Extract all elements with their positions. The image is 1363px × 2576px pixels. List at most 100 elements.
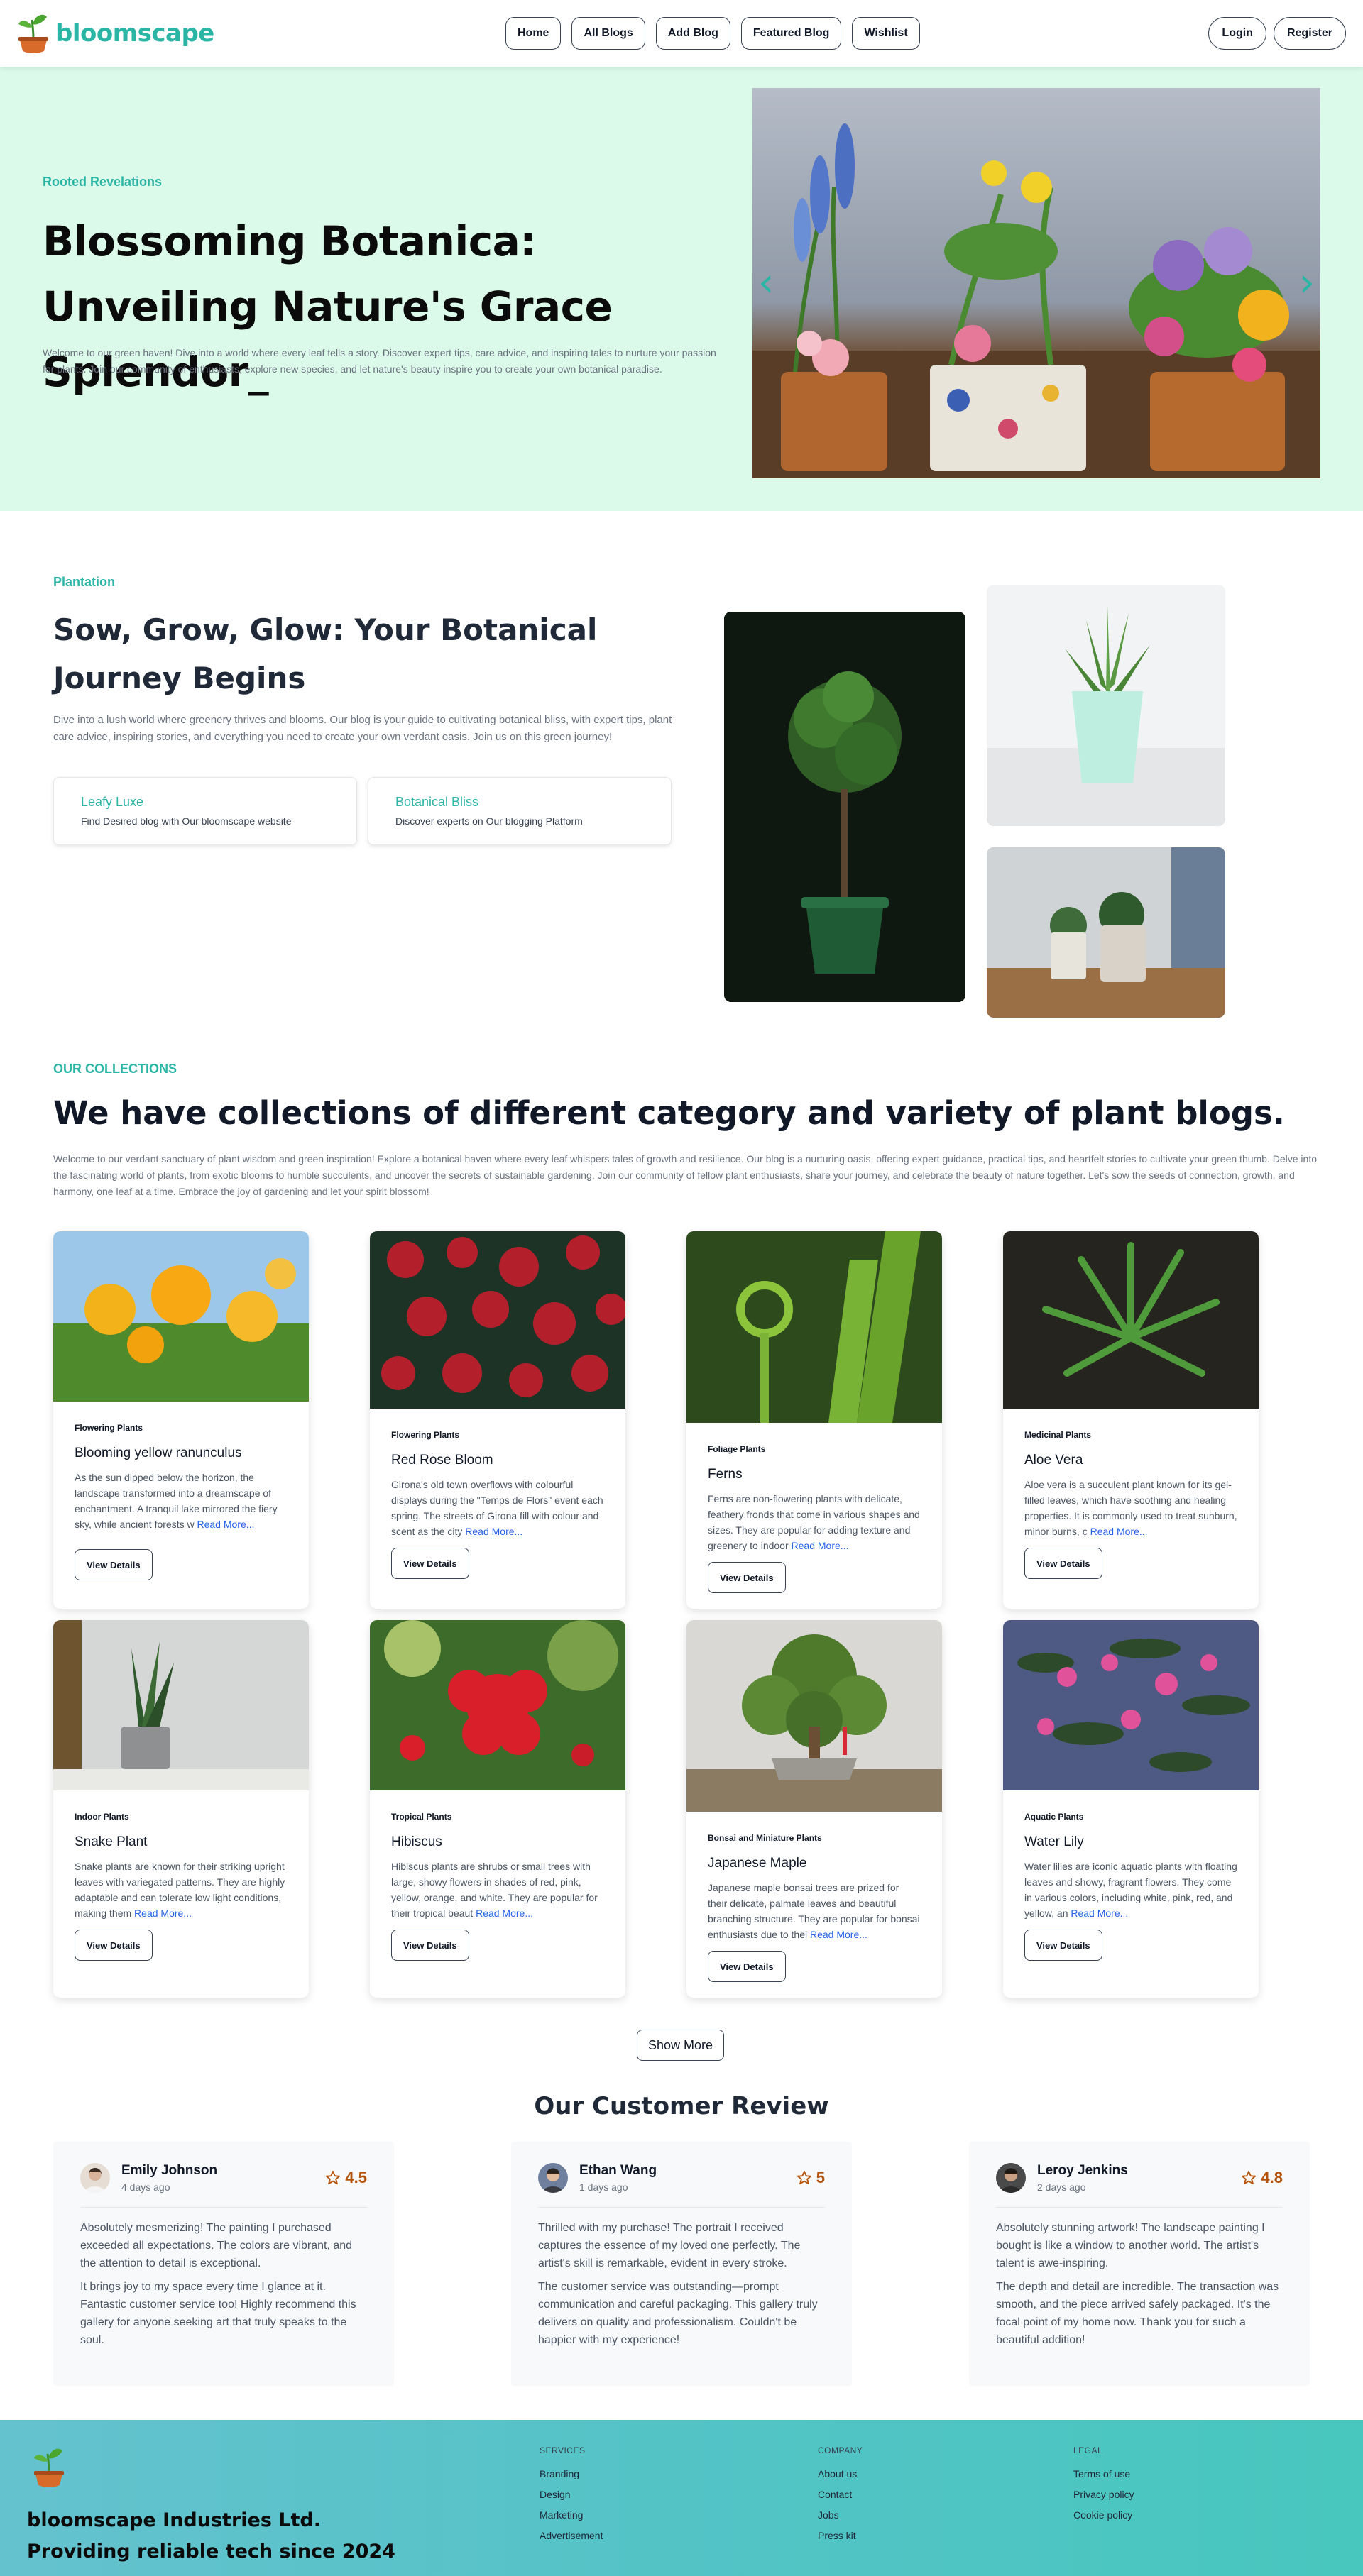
register-button[interactable]: Register xyxy=(1273,17,1346,50)
read-more-link[interactable]: Read More... xyxy=(197,1519,254,1530)
auth-actions: Login Register xyxy=(1208,17,1346,50)
feature-subtitle: Find Desired blog with Our bloomscape we… xyxy=(81,815,292,827)
card-image xyxy=(370,1231,625,1409)
succulents-photo xyxy=(987,847,1225,1018)
rating-value: 5 xyxy=(816,2169,825,2186)
aloe-pot-photo xyxy=(987,585,1225,826)
card-title: Aloe Vera xyxy=(1024,1453,1083,1468)
footer-link-about[interactable]: About us xyxy=(818,2468,863,2479)
footer-column-title: COMPANY xyxy=(818,2445,863,2455)
card-category: Aquatic Plants xyxy=(1024,1812,1084,1822)
plantation-title: Sow, Grow, Glow: Your Botanical Journey … xyxy=(53,612,598,695)
card-excerpt-text: Water lilies are iconic aquatic plants w… xyxy=(1024,1861,1237,1919)
card-image xyxy=(53,1231,309,1402)
feature-card-botanical-bliss[interactable]: Botanical Bliss Discover experts on Our … xyxy=(368,777,672,845)
card-category: Foliage Plants xyxy=(708,1444,766,1454)
brand-name: bloomscape xyxy=(55,19,214,48)
view-details-button[interactable]: View Details xyxy=(1024,1930,1102,1961)
rating-value: 4.8 xyxy=(1261,2169,1283,2186)
footer-link-advertisement[interactable]: Advertisement xyxy=(540,2530,603,2541)
card-category: Flowering Plants xyxy=(75,1423,143,1433)
card-category: Flowering Plants xyxy=(391,1430,460,1440)
rating-value: 4.5 xyxy=(345,2169,367,2186)
card-excerpt: Girona's old town overflows with colourf… xyxy=(391,1477,604,1548)
card-excerpt: Water lilies are iconic aquatic plants w… xyxy=(1024,1859,1237,1930)
footer-link-jobs[interactable]: Jobs xyxy=(818,2509,863,2521)
collections-title: We have collections of different categor… xyxy=(53,1094,1285,1132)
show-more-button[interactable]: Show More xyxy=(637,2030,725,2061)
plantation-eyebrow: Plantation xyxy=(53,575,116,589)
footer-company: bloomscape Industries Ltd. Providing rel… xyxy=(27,2505,395,2567)
card-excerpt: Japanese maple bonsai trees are prized f… xyxy=(708,1880,921,1951)
card-image xyxy=(686,1620,942,1812)
read-more-link[interactable]: Read More... xyxy=(465,1526,522,1537)
reviewer-name: Ethan Wang xyxy=(579,2163,657,2178)
review-date: 4 days ago xyxy=(121,2181,170,2193)
login-button[interactable]: Login xyxy=(1208,17,1266,50)
footer-link-design[interactable]: Design xyxy=(540,2489,603,2500)
read-more-link[interactable]: Read More... xyxy=(476,1908,533,1919)
view-details-button[interactable]: View Details xyxy=(391,1930,469,1961)
footer-link-contact[interactable]: Contact xyxy=(818,2489,863,2500)
carousel-next-icon[interactable]: › xyxy=(1299,263,1315,303)
card-image xyxy=(53,1620,309,1790)
footer-link-marketing[interactable]: Marketing xyxy=(540,2509,603,2521)
footer-services-column: SERVICES Branding Design Marketing Adver… xyxy=(540,2445,603,2550)
read-more-link[interactable]: Read More... xyxy=(134,1908,192,1919)
card-excerpt: As the sun dipped below the horizon, the… xyxy=(75,1470,288,1549)
footer-legal-column: LEGAL Terms of use Privacy policy Cookie… xyxy=(1073,2445,1134,2530)
blog-card: Tropical Plants Hibiscus Hibiscus plants… xyxy=(370,1620,625,1998)
card-excerpt: Snake plants are known for their strikin… xyxy=(75,1859,288,1930)
read-more-link[interactable]: Read More... xyxy=(1071,1908,1128,1919)
footer-link-terms[interactable]: Terms of use xyxy=(1073,2468,1134,2479)
footer-tagline: Providing reliable tech since 2024 xyxy=(27,2541,395,2563)
blog-card: Indoor Plants Snake Plant Snake plants a… xyxy=(53,1620,309,1998)
divider xyxy=(996,2207,1283,2208)
footer-link-branding[interactable]: Branding xyxy=(540,2468,603,2479)
card-image xyxy=(370,1620,625,1790)
view-details-button[interactable]: View Details xyxy=(75,1549,153,1580)
view-details-button[interactable]: View Details xyxy=(708,1951,786,1982)
footer-link-press-kit[interactable]: Press kit xyxy=(818,2530,863,2541)
avatar xyxy=(538,2163,568,2193)
aloe-pot-illustration xyxy=(987,585,1225,826)
view-details-button[interactable]: View Details xyxy=(75,1930,153,1961)
review-card: Emily Johnson 4 days ago 4.5 Absolutely … xyxy=(53,2142,394,2386)
card-category: Indoor Plants xyxy=(75,1812,129,1822)
footer-link-privacy[interactable]: Privacy policy xyxy=(1073,2489,1134,2500)
nav-home[interactable]: Home xyxy=(505,17,562,50)
footer-company-name: bloomscape Industries Ltd. xyxy=(27,2509,321,2531)
divider xyxy=(80,2207,367,2208)
card-excerpt: Hibiscus plants are shrubs or small tree… xyxy=(391,1859,604,1930)
blog-card: Bonsai and Miniature Plants Japanese Map… xyxy=(686,1620,942,1998)
brand-logo[interactable]: bloomscape xyxy=(17,11,214,55)
review-text: Absolutely mesmerizing! The painting I p… xyxy=(80,2222,353,2269)
read-more-link[interactable]: Read More... xyxy=(792,1540,849,1551)
review-date: 1 days ago xyxy=(579,2181,628,2193)
review-date: 2 days ago xyxy=(1037,2181,1086,2193)
nav-featured-blog[interactable]: Featured Blog xyxy=(740,17,842,50)
nav-add-blog[interactable]: Add Blog xyxy=(655,17,730,50)
review-text: It brings joy to my space every time I g… xyxy=(80,2281,356,2346)
read-more-link[interactable]: Read More... xyxy=(810,1929,867,1940)
review-rating: 5 xyxy=(797,2169,825,2187)
hero-eyebrow: Rooted Revelations xyxy=(43,175,163,189)
main-nav: Home All Blogs Add Blog Featured Blog Wi… xyxy=(505,17,920,50)
view-details-button[interactable]: View Details xyxy=(391,1548,469,1579)
view-details-button[interactable]: View Details xyxy=(708,1562,786,1593)
reviewer-name: Emily Johnson xyxy=(121,2163,218,2178)
feature-card-leafy-luxe[interactable]: Leafy Luxe Find Desired blog with Our bl… xyxy=(53,777,357,845)
review-rating: 4.8 xyxy=(1241,2169,1283,2187)
star-icon xyxy=(1242,2170,1257,2185)
card-excerpt: Aloe vera is a succulent plant known for… xyxy=(1024,1477,1237,1548)
nav-all-blogs[interactable]: All Blogs xyxy=(571,17,645,50)
view-details-button[interactable]: View Details xyxy=(1024,1548,1102,1579)
hero-description: Welcome to our green haven! Dive into a … xyxy=(43,347,716,375)
blog-card: Flowering Plants Blooming yellow ranuncu… xyxy=(53,1231,309,1609)
blog-card: Aquatic Plants Water Lily Water lilies a… xyxy=(1003,1620,1259,1998)
footer-link-cookie[interactable]: Cookie policy xyxy=(1073,2509,1134,2521)
carousel-prev-icon[interactable]: ‹ xyxy=(758,263,774,303)
read-more-link[interactable]: Read More... xyxy=(1090,1526,1148,1537)
nav-wishlist[interactable]: Wishlist xyxy=(852,17,920,50)
card-image xyxy=(1003,1620,1259,1790)
